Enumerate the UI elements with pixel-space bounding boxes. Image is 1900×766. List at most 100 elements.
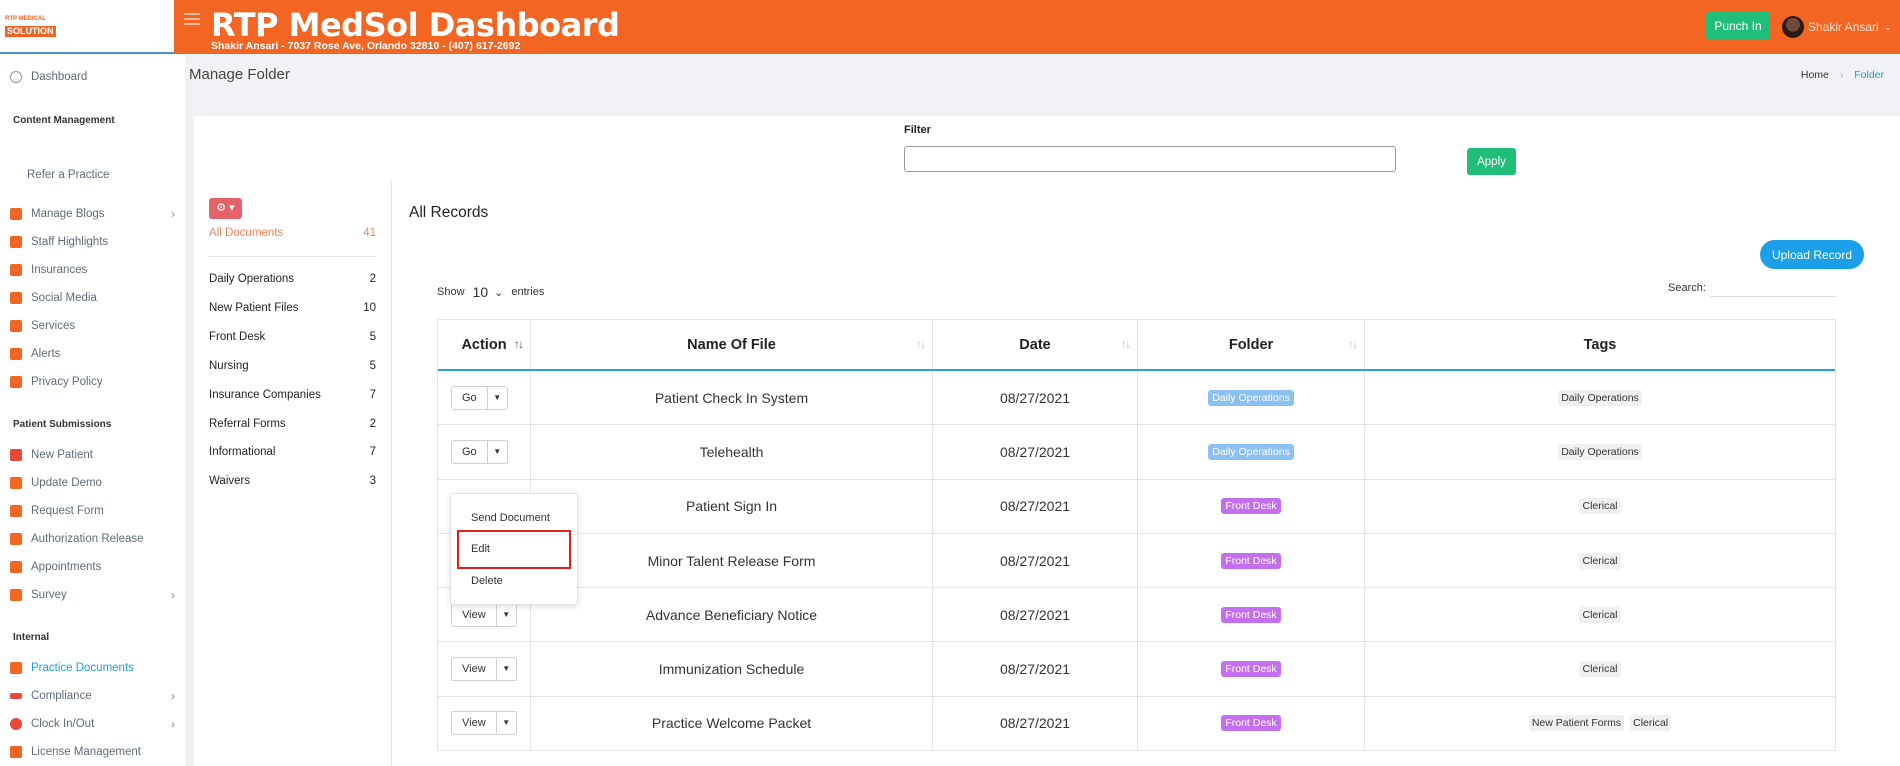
action-button-group[interactable]: View ▼ xyxy=(451,602,517,627)
view-button[interactable]: View xyxy=(452,712,497,735)
apply-button[interactable]: Apply xyxy=(1467,148,1516,175)
sidebar-section-content: Content Management xyxy=(13,115,115,126)
file-name: Patient Sign In xyxy=(531,479,933,533)
search-input[interactable] xyxy=(1710,296,1836,297)
services-icon xyxy=(10,320,22,332)
sidebar-item-survey[interactable]: Survey › xyxy=(10,586,175,604)
punch-in-button[interactable]: Punch In xyxy=(1706,12,1770,40)
folder-badge: Front Desk xyxy=(1221,606,1281,623)
menu-item-send-document[interactable]: Send Document xyxy=(471,512,550,524)
rss-icon xyxy=(10,208,22,220)
view-button[interactable]: View xyxy=(452,658,497,681)
go-button[interactable]: Go xyxy=(452,440,488,463)
caret-down-icon[interactable]: ▼ xyxy=(488,387,507,409)
sidebar-item-authorization[interactable]: Authorization Release xyxy=(10,530,175,548)
chevron-right-icon: › xyxy=(171,717,175,731)
folder-badge: Front Desk xyxy=(1221,661,1281,678)
sort-icon: ↑↓ xyxy=(1121,337,1131,351)
folder-item[interactable]: Referral Forms 2 xyxy=(209,418,376,430)
chevron-down-icon[interactable]: ⌄ xyxy=(494,286,503,299)
file-name: Minor Talent Release Form xyxy=(531,533,933,588)
file-icon xyxy=(10,505,22,517)
caret-down-icon[interactable]: ▼ xyxy=(497,712,516,734)
folder-panel xyxy=(194,180,392,766)
social-icon xyxy=(10,292,22,304)
file-date: 08/27/2021 xyxy=(933,696,1138,751)
go-button[interactable]: Go xyxy=(452,386,488,409)
table-row: Go ▼ Telehealth 08/27/2021 Daily Operatio… xyxy=(438,425,1835,480)
upload-record-button[interactable]: Upload Record xyxy=(1760,240,1864,269)
sidebar-item-license[interactable]: License Management xyxy=(10,743,175,761)
action-button-group[interactable]: View ▼ xyxy=(451,657,517,682)
practice-address: Shakir Ansari - 7037 Rose Ave, Orlando 3… xyxy=(211,40,521,52)
action-button-group[interactable]: Go ▼ xyxy=(451,385,508,410)
sort-icon: ↑↓ xyxy=(916,337,926,351)
tag: Clerical xyxy=(1579,606,1621,623)
sidebar-item-clock[interactable]: Clock In/Out › xyxy=(10,715,175,733)
sidebar-item-request-form[interactable]: Request Form xyxy=(10,502,175,520)
user-menu[interactable]: Shakir Ansari ⌄ xyxy=(1782,15,1892,39)
folder-item[interactable]: Nursing 5 xyxy=(209,360,376,372)
column-action[interactable]: Action ↑↓ xyxy=(438,320,531,369)
caret-down-icon[interactable]: ▼ xyxy=(497,658,516,680)
sidebar-item-alerts[interactable]: Alerts xyxy=(10,345,175,363)
sidebar-item-staff-highlights[interactable]: Staff Highlights xyxy=(10,233,175,251)
column-folder[interactable]: Folder ↑↓ xyxy=(1138,320,1365,369)
sidebar-item-appointments[interactable]: Appointments xyxy=(10,558,175,576)
file-name: Advance Beneficiary Notice xyxy=(531,588,933,642)
tag: Clerical xyxy=(1579,552,1621,569)
folder-item[interactable]: Waivers 3 xyxy=(209,475,376,487)
folder-item[interactable]: Front Desk 5 xyxy=(209,331,376,343)
table-row: View ▼ Practice Welcome Packet 08/27/2021… xyxy=(438,696,1835,752)
page-title: Manage Folder xyxy=(189,66,290,83)
caret-down-icon[interactable]: ▼ xyxy=(488,441,507,463)
hamburger-menu-icon[interactable] xyxy=(184,13,200,29)
sidebar-section-internal: Internal xyxy=(13,632,50,643)
view-button[interactable]: View xyxy=(452,603,497,626)
sidebar-item-social-media[interactable]: Social Media xyxy=(10,289,175,307)
sidebar-item-privacy[interactable]: Privacy Policy xyxy=(10,373,175,391)
filter-input[interactable] xyxy=(904,146,1396,172)
folder-item[interactable]: Daily Operations 2 xyxy=(209,273,376,285)
tag: New Patient Forms xyxy=(1528,715,1625,732)
sidebar-item-compliance[interactable]: Compliance › xyxy=(10,687,175,705)
column-tags: Tags xyxy=(1583,336,1617,353)
action-button-group[interactable]: View ▼ xyxy=(451,711,517,736)
sidebar-item-practice-documents[interactable]: Practice Documents xyxy=(10,659,175,677)
table-row: View ▼ Immunization Schedule 08/27/2021 F… xyxy=(438,642,1835,697)
folder-all-documents[interactable]: All Documents 41 xyxy=(209,227,376,239)
folder-item[interactable]: Informational 7 xyxy=(209,446,376,458)
chevron-right-icon: › xyxy=(171,588,175,602)
check-file-icon xyxy=(10,533,22,545)
sidebar-item-insurances[interactable]: Insurances xyxy=(10,261,175,279)
sidebar-item-manage-blogs[interactable]: Manage Blogs › xyxy=(10,205,175,223)
breadcrumb: Home › Folder xyxy=(1801,69,1884,81)
sort-icon: ↑↓ xyxy=(1348,337,1358,351)
sidebar-item-services[interactable]: Services xyxy=(10,317,175,335)
chevron-down-icon: ⌄ xyxy=(1883,21,1893,33)
action-button-group[interactable]: Go ▼ xyxy=(451,439,508,464)
file-date: 08/27/2021 xyxy=(933,371,1138,425)
records-title: All Records xyxy=(409,204,489,221)
entries-select[interactable]: 10 xyxy=(473,284,489,300)
filter-label: Filter xyxy=(904,124,931,136)
gear-icon[interactable]: ⚙ ▾ xyxy=(209,198,242,219)
sidebar-item-new-patient[interactable]: New Patient xyxy=(10,446,175,464)
folder-item[interactable]: New Patient Files 10 xyxy=(209,302,376,314)
sidebar-item-dashboard[interactable]: Dashboard xyxy=(10,68,175,86)
column-date[interactable]: Date ↑↓ xyxy=(933,320,1138,369)
caret-down-icon[interactable]: ▼ xyxy=(497,604,516,626)
breadcrumb-home[interactable]: Home xyxy=(1801,69,1829,81)
menu-item-delete[interactable]: Delete xyxy=(471,575,503,587)
logo-area[interactable]: RTP MEDICAL SOLUTION xyxy=(0,0,174,54)
chevron-right-icon: › xyxy=(1839,69,1844,81)
column-name[interactable]: Name Of File ↑↓ xyxy=(531,320,933,369)
folder-badge: Front Desk xyxy=(1221,498,1281,515)
user-name: Shakir Ansari xyxy=(1808,20,1879,34)
sidebar-item-refer[interactable]: Refer a Practice xyxy=(27,166,192,184)
search-label: Search: xyxy=(1668,282,1706,294)
app-logo[interactable]: RTP MEDICAL SOLUTION xyxy=(5,16,60,37)
sidebar-item-update-demo[interactable]: Update Demo xyxy=(10,474,175,492)
table-row: View ▼ Advance Beneficiary Notice 08/27/2… xyxy=(438,588,1835,643)
folder-item[interactable]: Insurance Companies 7 xyxy=(209,389,376,401)
